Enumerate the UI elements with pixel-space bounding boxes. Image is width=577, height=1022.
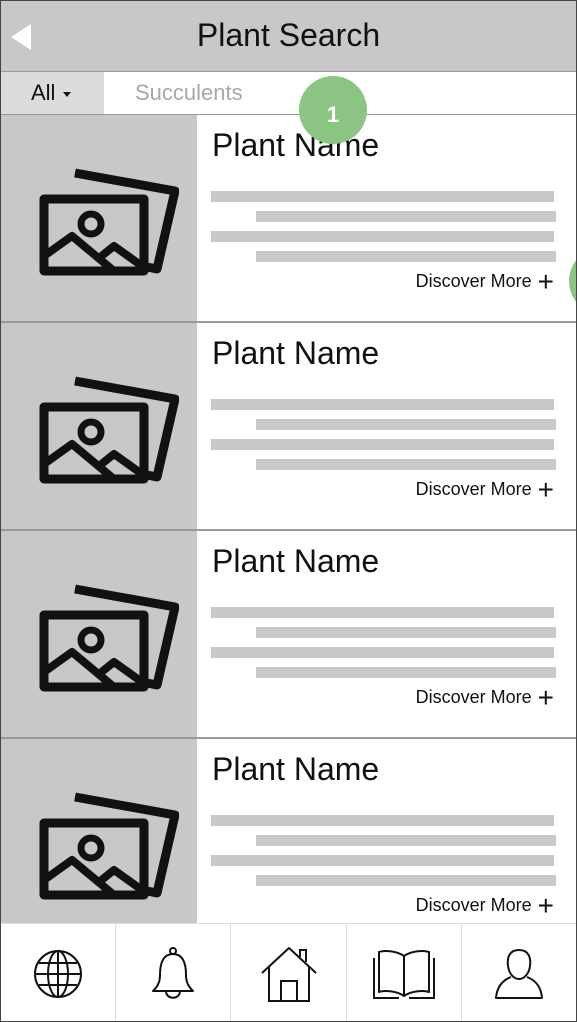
text-placeholder-line bbox=[256, 627, 556, 638]
text-placeholder-line bbox=[211, 647, 554, 658]
discover-more-button[interactable]: Discover More + bbox=[415, 892, 554, 920]
globe-icon bbox=[34, 949, 83, 998]
nav-profile[interactable] bbox=[462, 924, 576, 1021]
text-placeholder-line bbox=[256, 251, 556, 262]
header-bar: Plant Search bbox=[1, 1, 576, 72]
plus-icon: + bbox=[537, 474, 554, 505]
discover-more-button[interactable]: Discover More + bbox=[415, 268, 554, 296]
plant-card[interactable]: Plant Name Discover More + bbox=[1, 739, 576, 945]
plant-card[interactable]: Plant Name Discover More + bbox=[1, 323, 576, 531]
home-icon bbox=[260, 946, 317, 1002]
image-icon bbox=[39, 376, 179, 484]
app-frame: Plant Search All Plant Name Disc bbox=[0, 0, 577, 1022]
discover-more-button[interactable]: Discover More + bbox=[415, 476, 554, 504]
text-placeholder-line bbox=[256, 835, 556, 846]
nav-home[interactable] bbox=[231, 924, 347, 1021]
text-placeholder-line bbox=[211, 607, 554, 618]
text-placeholder-line bbox=[211, 815, 554, 826]
plant-image-placeholder bbox=[1, 739, 197, 945]
plant-image-placeholder bbox=[1, 531, 197, 737]
text-placeholder-line bbox=[256, 419, 556, 430]
nav-globe[interactable] bbox=[1, 924, 117, 1021]
text-placeholder-line bbox=[256, 875, 556, 886]
text-placeholder-line bbox=[211, 439, 554, 450]
image-icon bbox=[39, 792, 179, 900]
bottom-nav bbox=[1, 923, 576, 1021]
annotation-badge: 1 bbox=[299, 76, 367, 144]
discover-more-label: Discover More bbox=[415, 895, 532, 915]
plant-name: Plant Name bbox=[212, 335, 380, 371]
discover-more-label: Discover More bbox=[415, 479, 532, 499]
page-title: Plant Search bbox=[196, 17, 381, 53]
nav-library[interactable] bbox=[347, 924, 462, 1021]
bell-icon bbox=[152, 946, 195, 999]
discover-more-button[interactable]: Discover More + bbox=[415, 684, 554, 712]
plant-name: Plant Name bbox=[212, 543, 380, 579]
text-placeholder-line bbox=[256, 211, 556, 222]
plant-image-placeholder bbox=[1, 323, 197, 529]
nav-notifications[interactable] bbox=[116, 924, 232, 1021]
user-icon bbox=[494, 948, 543, 999]
filter-label: All bbox=[31, 80, 56, 105]
plus-icon: + bbox=[537, 682, 554, 713]
plus-icon: + bbox=[537, 266, 554, 297]
filter-dropdown[interactable]: All bbox=[1, 72, 104, 114]
discover-more-label: Discover More bbox=[415, 687, 532, 707]
plant-card[interactable]: Plant Name Discover More + bbox=[1, 115, 576, 323]
text-placeholder-line bbox=[256, 459, 556, 470]
text-placeholder-line bbox=[211, 399, 554, 410]
plant-image-placeholder bbox=[1, 115, 197, 321]
plant-card[interactable]: Plant Name Discover More + bbox=[1, 531, 576, 739]
plant-list: Plant Name Discover More + Plant Name Di… bbox=[1, 115, 576, 945]
text-placeholder-line bbox=[211, 191, 554, 202]
image-icon bbox=[39, 584, 179, 692]
image-icon bbox=[39, 168, 179, 276]
text-placeholder-line bbox=[211, 231, 554, 242]
book-icon bbox=[372, 949, 435, 999]
text-placeholder-line bbox=[256, 667, 556, 678]
search-bar: All bbox=[1, 72, 576, 115]
plant-name: Plant Name bbox=[212, 751, 380, 787]
text-placeholder-line bbox=[211, 855, 554, 866]
plus-icon: + bbox=[537, 890, 554, 921]
caret-down-icon bbox=[63, 91, 72, 97]
discover-more-label: Discover More bbox=[415, 271, 532, 291]
